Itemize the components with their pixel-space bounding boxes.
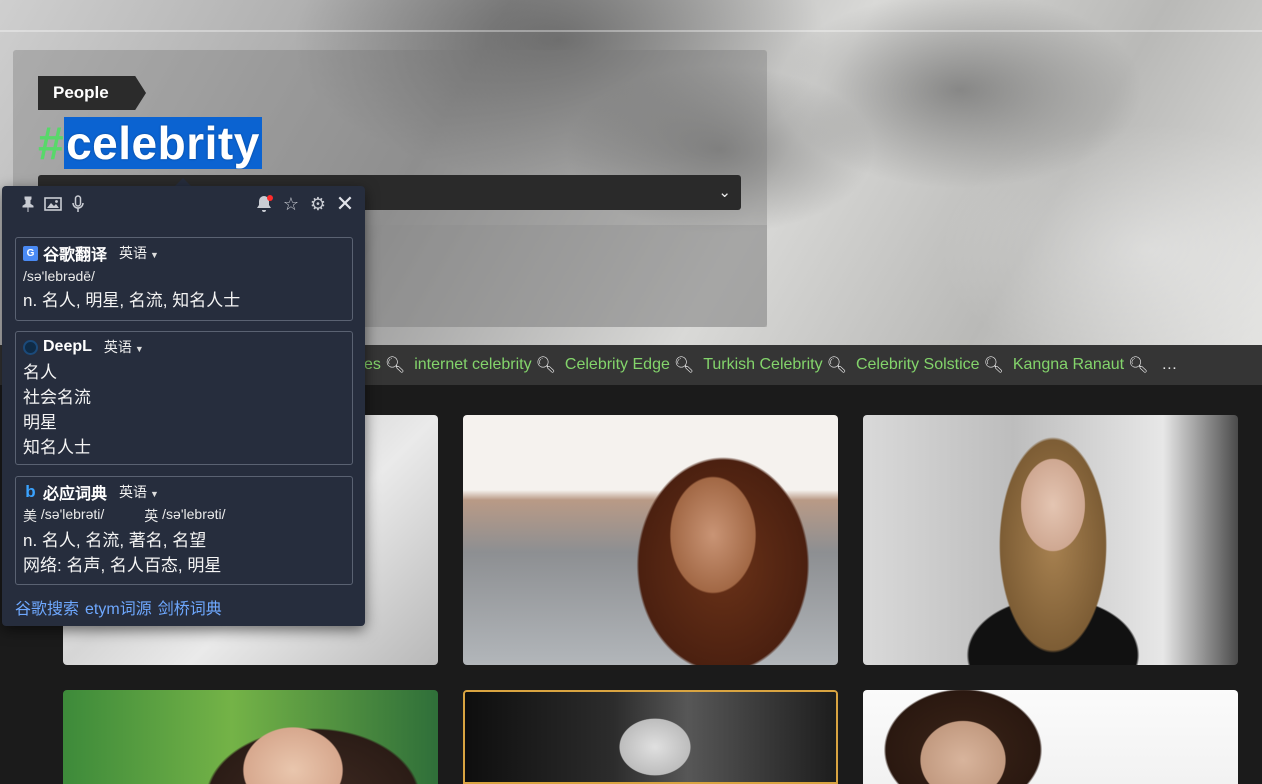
photo-image [863, 690, 1238, 784]
uk-label: 英 [144, 508, 159, 524]
more-tags-ellipsis[interactable]: … [1161, 356, 1177, 374]
uk-phonetic[interactable]: /sə'lebrəti/ [162, 506, 225, 526]
us-phonetic[interactable]: /sə'lebrəti/ [41, 506, 104, 526]
panel-header: DeepL 英语 ▼ [23, 336, 352, 358]
hero-divider [0, 30, 1262, 32]
deepl-panel: DeepL 英语 ▼ 名人 社会名流 明星 知名人士 [15, 331, 353, 465]
photo-image [463, 415, 838, 665]
gallery-photo[interactable] [63, 690, 438, 784]
deepl-results: 名人 社会名流 明星 知名人士 [23, 360, 352, 460]
star-icon[interactable]: ☆ [281, 194, 301, 214]
photo-image [465, 692, 836, 782]
related-tag-partial[interactable]: es [364, 356, 381, 374]
gear-icon[interactable]: ⚙︎ [308, 194, 328, 214]
phonetic: /sə'lebrədē/ [23, 268, 95, 284]
popup-toolbar: ☆ ⚙︎ ✕ [2, 186, 365, 224]
photo-image [63, 690, 438, 784]
bing-icon: b [25, 482, 36, 501]
language-select[interactable]: 英语 ▼ [119, 482, 159, 502]
bing-web-meaning: 网络: 名声, 名人百态, 明星 [23, 556, 222, 575]
cambridge-dictionary-link[interactable]: 剑桥词典 [158, 595, 222, 619]
bing-phonetics: 美 /sə'lebrəti/ 英 /sə'lebrəti/ [23, 506, 352, 526]
search-icon[interactable]: 🔍︎ [674, 355, 694, 375]
caret-down-icon: ▼ [150, 250, 159, 260]
gallery-photo[interactable] [863, 690, 1238, 784]
search-icon[interactable]: 🔍︎ [1128, 355, 1148, 375]
gallery-photo[interactable] [463, 415, 838, 665]
caret-down-icon: ▼ [150, 489, 159, 499]
bing-meaning: n. 名人, 名流, 著名, 名望 [23, 531, 207, 550]
etymology-link[interactable]: etym词源 [85, 595, 152, 619]
related-tag[interactable]: Turkish Celebrity [703, 356, 822, 374]
image-icon[interactable] [43, 194, 63, 214]
language-label: 英语 [119, 484, 148, 500]
service-name: DeepL [43, 338, 92, 355]
category-tag[interactable]: People [38, 76, 146, 110]
popup-links: 谷歌搜索 etym词源 剑桥词典 [15, 595, 228, 619]
service-name: 谷歌翻译 [43, 247, 108, 264]
chevron-down-icon[interactable]: ⌄ [718, 183, 731, 201]
translation-popup: ☆ ⚙︎ ✕ G 谷歌翻译 英语 ▼ /sə'lebrədē/ n. 名人, 明星… [2, 186, 365, 626]
close-icon[interactable]: ✕ [335, 191, 355, 216]
deepl-result: 名人 [23, 363, 57, 382]
pin-icon[interactable] [18, 194, 38, 214]
hash-word-selected: celebrity [64, 117, 262, 169]
caret-down-icon: ▼ [134, 344, 144, 354]
related-tag[interactable]: Celebrity Edge [565, 356, 670, 374]
translation-meaning: n. 名人, 明星, 名流, 知名人士 [23, 291, 241, 310]
language-select[interactable]: 英语 ▼ [104, 337, 144, 357]
photo-image [863, 415, 1238, 665]
hash-symbol: # [38, 117, 65, 169]
gallery-photo-selected[interactable] [463, 690, 838, 784]
bell-icon[interactable] [254, 194, 274, 214]
language-select[interactable]: 英语 ▼ [119, 243, 159, 263]
popup-pointer [175, 178, 191, 186]
mic-icon[interactable] [68, 194, 88, 214]
search-icon[interactable]: 🔍︎ [385, 355, 405, 375]
deepl-result: 明星 [23, 413, 57, 432]
deepl-icon [23, 339, 38, 355]
us-label: 美 [23, 508, 37, 524]
related-tags-row: es 🔍︎ internet celebrity 🔍︎ Celebrity Edge… [364, 345, 1177, 385]
related-tag[interactable]: Celebrity Solstice [856, 356, 980, 374]
bing-meanings: n. 名人, 名流, 著名, 名望 网络: 名声, 名人百态, 明星 [23, 528, 352, 578]
bing-dictionary-panel: b 必应词典 英语 ▼ 美 /sə'lebrəti/ 英 /sə'lebrəti/… [15, 476, 353, 585]
deepl-result: 知名人士 [23, 438, 91, 457]
deepl-result: 社会名流 [23, 388, 91, 407]
related-tag[interactable]: Kangna Ranaut [1013, 356, 1124, 374]
panel-header: G 谷歌翻译 英语 ▼ [23, 242, 352, 264]
google-translate-icon: G [23, 245, 38, 261]
hashtag-title: #celebrity [38, 113, 262, 173]
search-icon[interactable]: 🔍︎ [827, 355, 847, 375]
related-tag[interactable]: internet celebrity [414, 356, 531, 374]
service-name: 必应词典 [43, 486, 108, 503]
notification-dot [267, 195, 273, 201]
google-search-link[interactable]: 谷歌搜索 [15, 595, 79, 619]
gallery-photo[interactable] [863, 415, 1238, 665]
language-label: 英语 [103, 339, 132, 355]
panel-header: b 必应词典 英语 ▼ [23, 481, 352, 503]
search-icon[interactable]: 🔍︎ [536, 355, 556, 375]
search-icon[interactable]: 🔍︎ [984, 355, 1004, 375]
google-translate-panel: G 谷歌翻译 英语 ▼ /sə'lebrədē/ n. 名人, 明星, 名流, 知… [15, 237, 353, 321]
language-label: 英语 [119, 245, 148, 261]
